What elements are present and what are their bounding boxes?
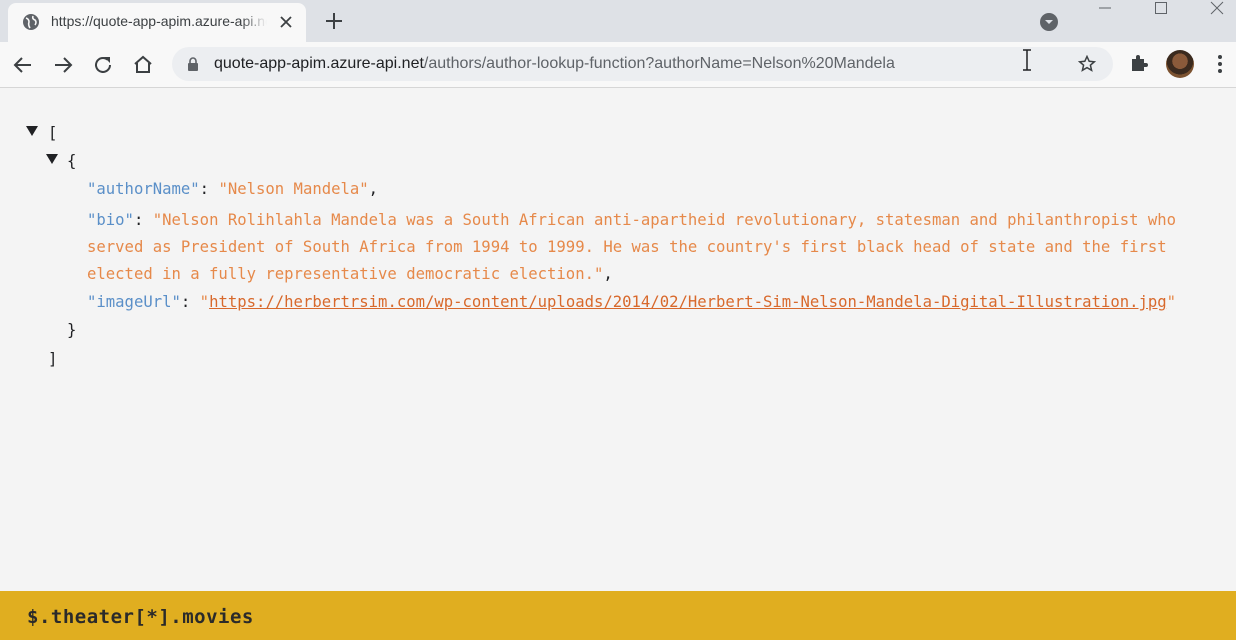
author-name-value: "Nelson Mandela": [218, 180, 369, 198]
url-host: quote-app-apim.azure-api.net: [214, 55, 424, 72]
image-url-row: "imageUrl": "https://herbertrsim.com/wp-…: [87, 293, 1177, 311]
minimize-icon[interactable]: [1082, 0, 1128, 32]
image-url-link[interactable]: https://herbertrsim.com/wp-content/uploa…: [209, 293, 1167, 311]
close-bracket: ]: [48, 350, 58, 368]
bio-key: "bio": [87, 211, 134, 229]
star-icon[interactable]: [1078, 55, 1096, 73]
browser-tab[interactable]: https://quote-app-apim.azure-api.net/aut…: [8, 3, 306, 42]
plus-icon[interactable]: [322, 9, 346, 33]
json-viewer: [ { "authorName": "Nelson Mandela", "bio…: [0, 88, 1236, 591]
back-arrow-icon[interactable]: [10, 52, 36, 78]
reload-icon[interactable]: [90, 52, 116, 78]
collapse-array-toggle[interactable]: [26, 126, 38, 136]
close-icon[interactable]: [278, 14, 294, 30]
jsonpath-expression: $.theater[*].movies: [27, 606, 254, 628]
home-icon[interactable]: [130, 52, 156, 78]
maximize-icon[interactable]: [1138, 0, 1184, 32]
lock-icon[interactable]: [186, 57, 200, 71]
open-bracket: [: [48, 124, 58, 142]
image-url-key: "imageUrl": [87, 293, 181, 311]
open-brace: {: [67, 152, 77, 170]
window-close-icon[interactable]: [1194, 0, 1236, 32]
jsonpath-banner: $.theater[*].movies: [0, 591, 1236, 640]
bio-row: "bio": "Nelson Rolihlahla Mandela was a …: [87, 211, 1177, 283]
text-cursor-icon: [1023, 49, 1031, 71]
collapse-object-toggle[interactable]: [46, 154, 58, 164]
close-brace: }: [67, 321, 77, 339]
author-name-row: "authorName": "Nelson Mandela",: [87, 180, 379, 198]
browser-toolbar: quote-app-apim.azure-api.net/authors/aut…: [0, 42, 1236, 88]
tab-search-icon[interactable]: [1038, 11, 1060, 33]
forward-arrow-icon[interactable]: [50, 52, 76, 78]
url-path: /authors/author-lookup-function?authorNa…: [423, 55, 895, 72]
puzzle-icon[interactable]: [1128, 52, 1150, 74]
address-bar[interactable]: quote-app-apim.azure-api.net/authors/aut…: [172, 47, 1113, 81]
author-name-key: "authorName": [87, 180, 200, 198]
globe-icon: [23, 14, 39, 30]
url-text[interactable]: quote-app-apim.azure-api.net/authors/aut…: [214, 55, 895, 73]
bio-value: "Nelson Rolihlahla Mandela was a South A…: [87, 211, 1177, 283]
avatar[interactable]: [1166, 50, 1194, 78]
tab-title: https://quote-app-apim.azure-api.net/aut…: [51, 13, 267, 29]
tab-strip: https://quote-app-apim.azure-api.net/aut…: [0, 0, 1236, 42]
kebab-menu-icon[interactable]: [1210, 52, 1230, 76]
